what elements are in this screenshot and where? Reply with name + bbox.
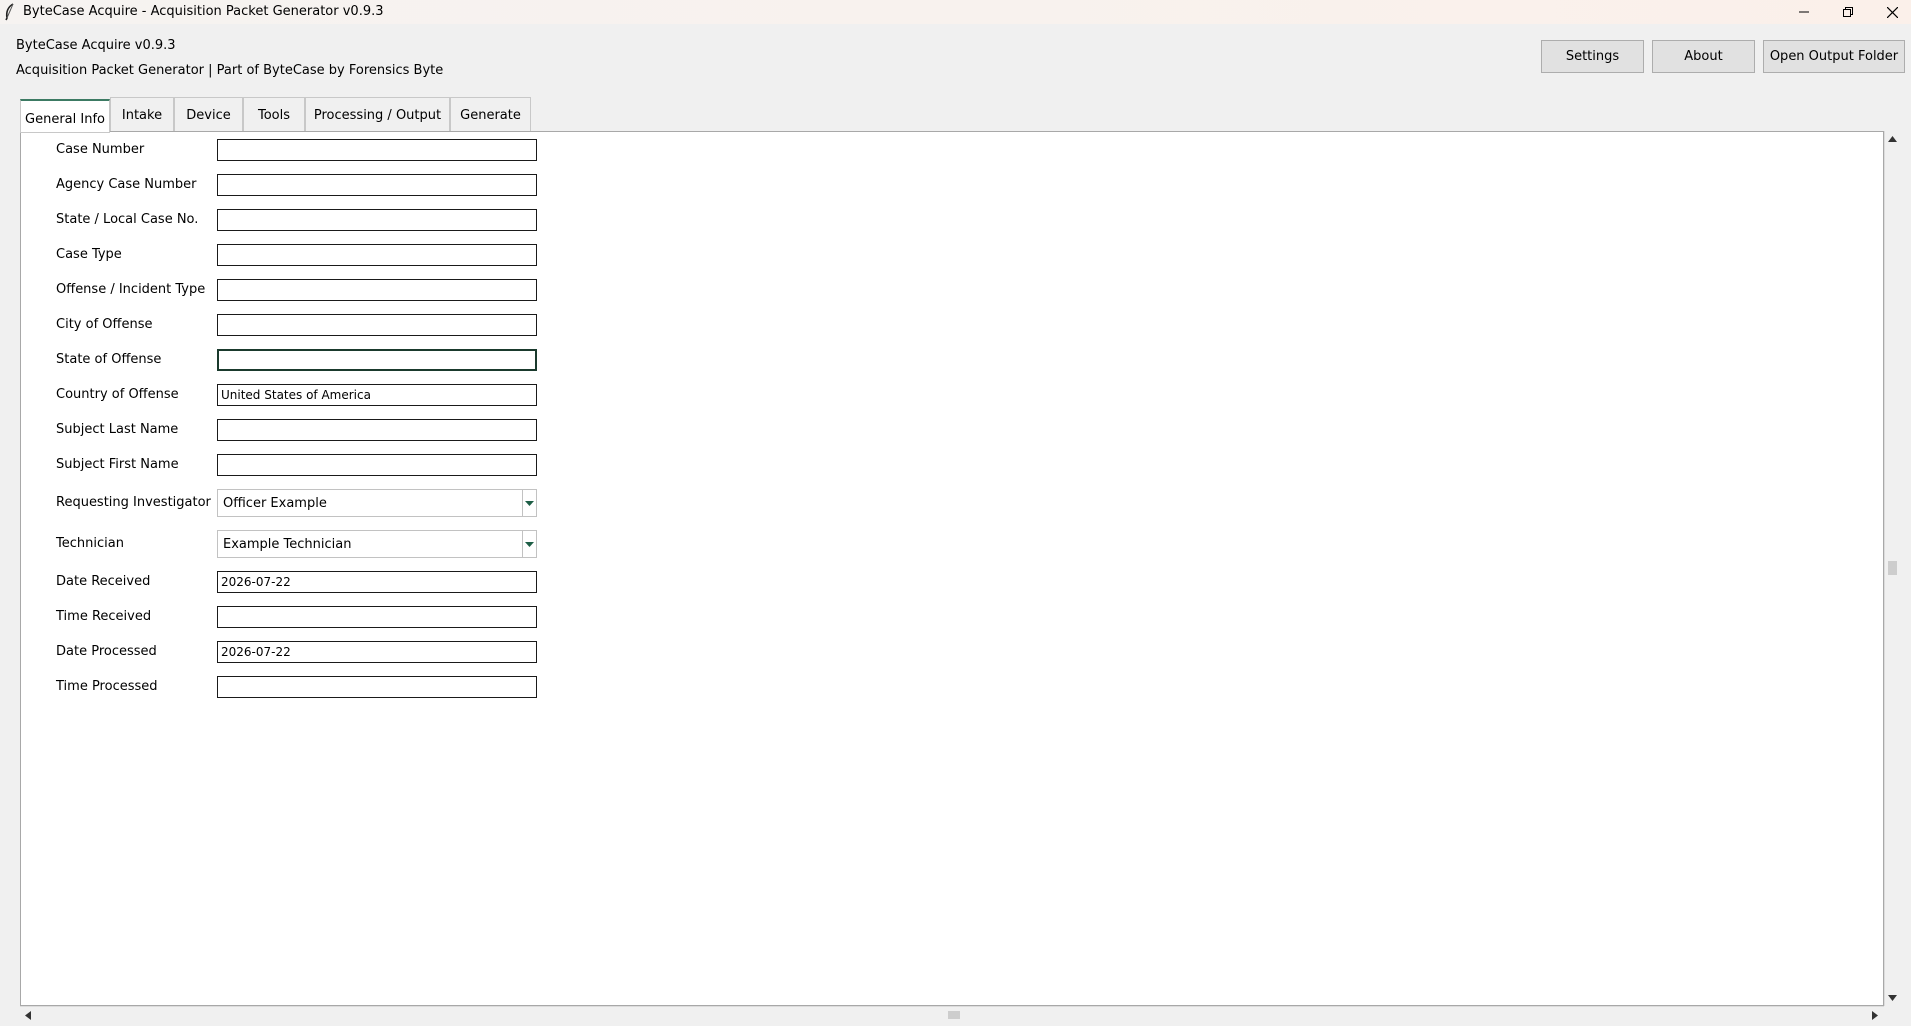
- case-type-input[interactable]: [217, 244, 537, 266]
- requesting-investigator-value: Officer Example: [223, 496, 327, 511]
- time-received-input[interactable]: [217, 606, 537, 628]
- time-processed-label: Time Processed: [56, 679, 158, 694]
- technician-dropdown-button[interactable]: [522, 531, 536, 557]
- case-type-label: Case Type: [56, 247, 122, 262]
- tab-tools[interactable]: Tools: [243, 97, 305, 131]
- scroll-up-arrow-icon[interactable]: [1888, 136, 1897, 142]
- country-of-offense-label: Country of Offense: [56, 387, 179, 402]
- agency-case-number-label: Agency Case Number: [56, 177, 197, 192]
- settings-button[interactable]: Settings: [1541, 40, 1644, 73]
- scroll-left-arrow-icon[interactable]: [25, 1011, 31, 1020]
- window-title: ByteCase Acquire - Acquisition Packet Ge…: [23, 4, 384, 19]
- date-processed-label: Date Processed: [56, 644, 157, 659]
- restore-button[interactable]: [1826, 0, 1870, 24]
- open-output-folder-button[interactable]: Open Output Folder: [1763, 40, 1905, 73]
- requesting-investigator-combobox[interactable]: Officer Example: [217, 489, 537, 517]
- chevron-down-icon: [525, 541, 534, 547]
- date-processed-input[interactable]: [217, 641, 537, 663]
- scroll-down-arrow-icon[interactable]: [1888, 995, 1897, 1001]
- city-of-offense-input[interactable]: [217, 314, 537, 336]
- country-of-offense-input[interactable]: [217, 384, 537, 406]
- case-number-input[interactable]: [217, 139, 537, 161]
- date-received-input[interactable]: [217, 571, 537, 593]
- vertical-scroll-thumb[interactable]: [1888, 561, 1897, 575]
- minimize-button[interactable]: [1782, 0, 1826, 24]
- tab-intake[interactable]: Intake: [110, 97, 174, 131]
- technician-combobox[interactable]: Example Technician: [217, 530, 537, 558]
- state-local-case-no-label: State / Local Case No.: [56, 212, 199, 227]
- technician-value: Example Technician: [223, 537, 352, 552]
- subject-first-name-input[interactable]: [217, 454, 537, 476]
- minimize-icon: [1799, 11, 1809, 13]
- subject-last-name-label: Subject Last Name: [56, 422, 179, 437]
- vertical-scrollbar[interactable]: [1884, 131, 1900, 1006]
- case-number-label: Case Number: [56, 142, 145, 157]
- subject-first-name-label: Subject First Name: [56, 457, 179, 472]
- offense-incident-type-input[interactable]: [217, 279, 537, 301]
- scroll-right-arrow-icon[interactable]: [1872, 1011, 1878, 1020]
- feather-icon: [5, 3, 14, 21]
- restore-icon: [1843, 7, 1853, 17]
- horizontal-scrollbar[interactable]: [20, 1006, 1884, 1022]
- state-local-case-no-input[interactable]: [217, 209, 537, 231]
- close-icon: [1886, 6, 1898, 18]
- tab-device[interactable]: Device: [174, 97, 243, 131]
- offense-incident-type-label: Offense / Incident Type: [56, 282, 206, 297]
- subject-last-name-input[interactable]: [217, 419, 537, 441]
- time-processed-input[interactable]: [217, 676, 537, 698]
- requesting-investigator-dropdown-button[interactable]: [522, 490, 536, 516]
- horizontal-scroll-thumb[interactable]: [948, 1011, 960, 1019]
- technician-label: Technician: [56, 536, 124, 551]
- tab-processing-output[interactable]: Processing / Output: [305, 97, 450, 131]
- date-received-label: Date Received: [56, 574, 151, 589]
- state-of-offense-label: State of Offense: [56, 352, 162, 367]
- city-of-offense-label: City of Offense: [56, 317, 153, 332]
- state-of-offense-input[interactable]: [217, 349, 537, 371]
- tab-general-info[interactable]: General Info: [20, 99, 110, 133]
- close-button[interactable]: [1870, 0, 1911, 24]
- agency-case-number-input[interactable]: [217, 174, 537, 196]
- chevron-down-icon: [525, 500, 534, 506]
- title-bar: ByteCase Acquire - Acquisition Packet Ge…: [0, 0, 1911, 24]
- about-button[interactable]: About: [1652, 40, 1755, 73]
- general-info-panel: Case Number Agency Case Number State / L…: [20, 131, 1884, 1006]
- tab-generate[interactable]: Generate: [450, 97, 531, 131]
- requesting-investigator-label: Requesting Investigator: [56, 495, 211, 510]
- app-name: ByteCase Acquire v0.9.3: [16, 38, 176, 53]
- app-subtitle: Acquisition Packet Generator | Part of B…: [16, 63, 444, 78]
- time-received-label: Time Received: [56, 609, 152, 624]
